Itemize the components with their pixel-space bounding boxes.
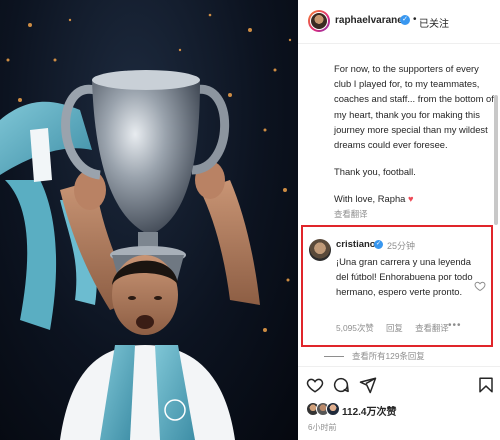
more-options-icon[interactable]: •••: [448, 320, 462, 331]
comment-text: ¡Una gran carrera y una leyenda del fútb…: [336, 256, 473, 298]
commenter-username[interactable]: cristiano: [336, 239, 376, 250]
replies-divider: [324, 356, 344, 358]
photo-illustration: [0, 13, 292, 440]
commenter-avatar[interactable]: [309, 239, 331, 261]
author-avatar[interactable]: [308, 10, 330, 32]
verified-icon: ✓: [374, 240, 383, 249]
signoff-text: With love, Rapha: [334, 193, 406, 205]
separator-dot: •: [413, 14, 417, 25]
post-actions-bar: [298, 366, 500, 402]
heart-icon[interactable]: [306, 376, 324, 394]
comment-time: 25分钟: [387, 241, 416, 251]
comment-likes[interactable]: 5,095次赞: [336, 323, 374, 333]
comment-actions: 5,095次赞 回复 查看翻译: [336, 322, 459, 334]
author-username[interactable]: raphaelvarane: [335, 15, 403, 26]
likes-count[interactable]: 112.4万次赞: [342, 403, 396, 418]
verified-icon: ✓: [400, 15, 410, 25]
posted-time[interactable]: 6小时前: [308, 422, 336, 433]
follow-status-button[interactable]: 已关注: [419, 15, 449, 30]
highlighted-comment: cristiano ✓ 25分钟 ¡Una gran carrera y una…: [301, 225, 493, 347]
scrollbar[interactable]: [494, 95, 498, 225]
caption-paragraph: Thank you, football.: [334, 166, 416, 178]
comment-icon[interactable]: [332, 376, 350, 394]
red-heart-icon: ♥: [408, 193, 414, 205]
view-all-replies-label[interactable]: 查看所有129条回复: [352, 351, 425, 361]
post-header: raphaelvarane ✓ • 已关注: [298, 0, 500, 44]
post-photo[interactable]: [0, 0, 298, 440]
caption-translate-link[interactable]: 查看翻译: [334, 208, 368, 220]
caption-paragraph: For now, to the supporters of every club…: [334, 63, 494, 151]
share-icon[interactable]: [359, 376, 377, 394]
post-panel: raphaelvarane ✓ • 已关注 For now, to the su…: [298, 0, 500, 440]
save-icon[interactable]: [477, 376, 495, 394]
liker-avatar: [326, 402, 340, 416]
comment-translate-link[interactable]: 查看翻译: [415, 323, 449, 333]
caption-signoff: With love, Rapha ♥: [334, 191, 494, 206]
comment-like-heart-icon[interactable]: [474, 280, 486, 292]
post-caption: For now, to the supporters of every club…: [334, 61, 494, 207]
view-all-replies[interactable]: 查看所有129条回复: [324, 350, 425, 362]
reply-button[interactable]: 回复: [386, 323, 403, 333]
